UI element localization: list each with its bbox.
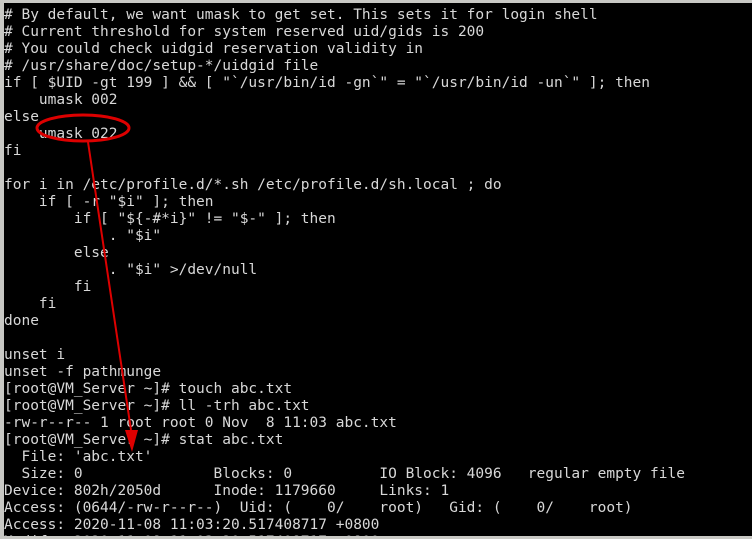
- terminal-line: for i in /etc/profile.d/*.sh /etc/profil…: [4, 177, 502, 193]
- terminal-line: unset -f pathmunge: [4, 364, 162, 380]
- terminal-line: umask 022: [4, 126, 118, 142]
- terminal-line: Access: 2020-11-08 11:03:20.517408717 +0…: [4, 517, 380, 533]
- terminal-line: [root@VM_Server ~]# touch abc.txt: [4, 381, 293, 397]
- terminal-line: unset i: [4, 347, 66, 363]
- terminal-line: [root@VM_Server ~]# ll -trh abc.txt: [4, 398, 310, 414]
- terminal-line: Access: (0644/-rw-r--r--) Uid: ( 0/ root…: [4, 500, 633, 516]
- terminal-line: Size: 0 Blocks: 0 IO Block: 4096 regular…: [4, 466, 685, 482]
- terminal-line: else: [4, 109, 39, 125]
- terminal-line: # Current threshold for system reserved …: [4, 24, 485, 40]
- terminal-line: # /usr/share/doc/setup-*/uidgid file: [4, 58, 319, 74]
- terminal-line: Modify: 2020-11-08 11:03:20.517408717 +0…: [4, 534, 379, 536]
- terminal-line: File: 'abc.txt': [4, 449, 153, 465]
- terminal-line: if [ $UID -gt 199 ] && [ "`/usr/bin/id -…: [4, 75, 651, 91]
- terminal-line: [root@VM_Server ~]# stat abc.txt: [4, 432, 284, 448]
- terminal-line: # By default, we want umask to get set. …: [4, 7, 598, 23]
- terminal-line: . "$i" >/dev/null: [4, 262, 258, 278]
- terminal-line: if [ "${-#*i}" != "$-" ]; then: [4, 211, 336, 227]
- terminal-line: else: [4, 245, 109, 261]
- terminal-line: -rw-r--r-- 1 root root 0 Nov 8 11:03 abc…: [4, 415, 397, 431]
- terminal-line: fi: [4, 143, 22, 159]
- terminal-line: umask 002: [4, 92, 118, 108]
- terminal-line: fi: [4, 279, 92, 295]
- terminal-line: fi: [4, 296, 57, 312]
- terminal-line: done: [4, 313, 39, 329]
- terminal-screen[interactable]: # By default, we want umask to get set. …: [4, 3, 752, 536]
- terminal-line: # You could check uidgid reservation val…: [4, 41, 424, 57]
- terminal-window[interactable]: # By default, we want umask to get set. …: [0, 0, 752, 539]
- terminal-line: . "$i": [4, 228, 162, 244]
- terminal-line: if [ -r "$i" ]; then: [4, 194, 214, 210]
- terminal-line: Device: 802h/2050d Inode: 1179660 Links:…: [4, 483, 450, 499]
